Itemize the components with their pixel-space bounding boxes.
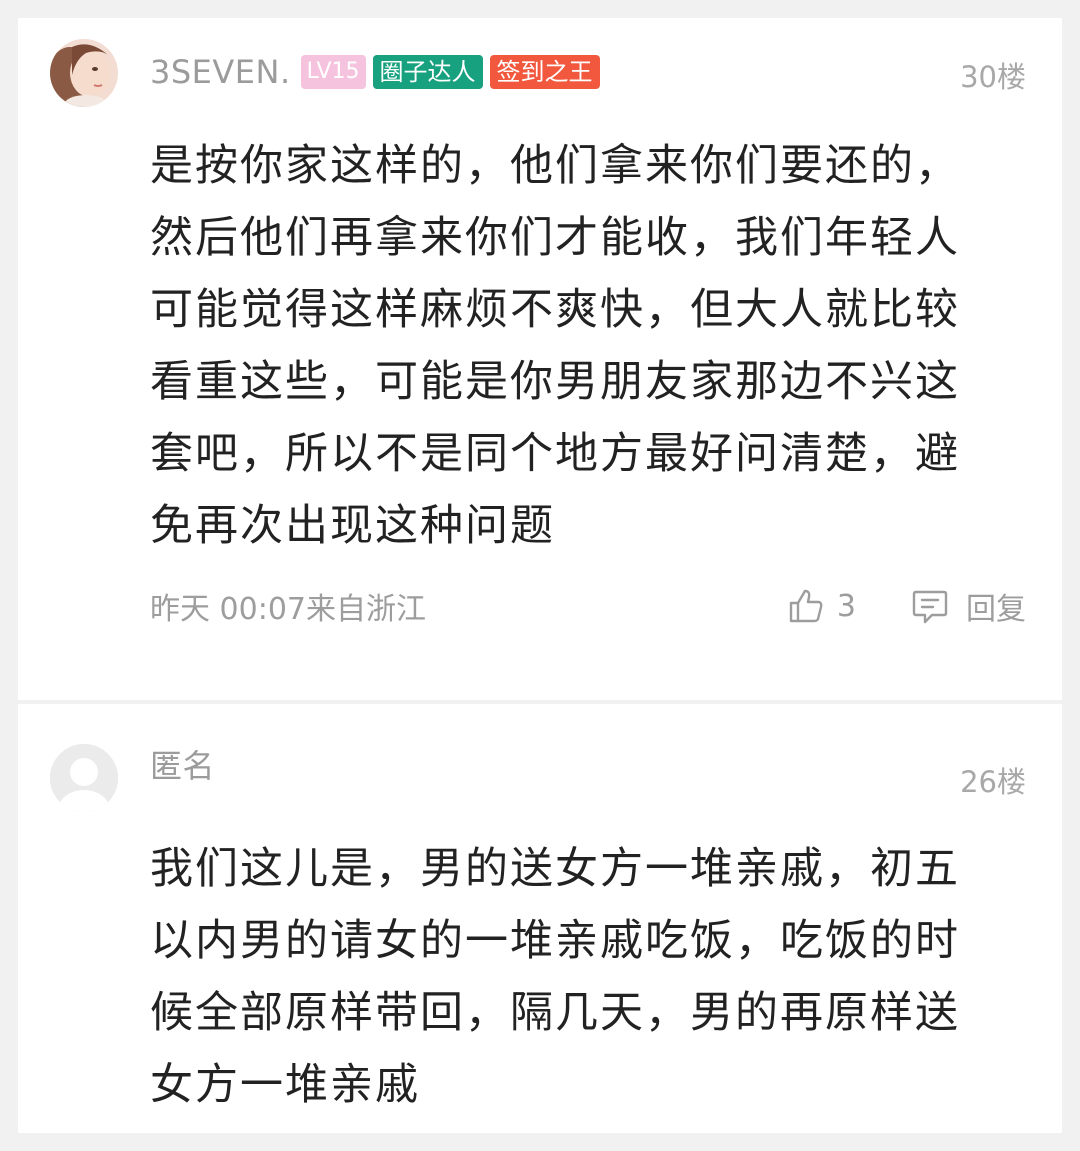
- like-count: 3: [836, 588, 856, 624]
- comment-meta: 昨天 00:07来自浙江: [150, 584, 426, 628]
- thumbs-up-icon: [789, 589, 823, 623]
- comment-time: 昨天 00:07: [150, 592, 306, 627]
- badge-circle-expert: 圈子达人: [372, 55, 483, 89]
- reply-button[interactable]: 回复: [910, 584, 1026, 628]
- avatar[interactable]: [50, 744, 118, 812]
- floor-number: 30楼: [960, 60, 1026, 94]
- comment-header: 3SEVEN. LV15 圈子达人 签到之王: [150, 52, 607, 92]
- username[interactable]: 匿名: [150, 741, 215, 787]
- chat-bubble-icon: [912, 590, 948, 624]
- comment-actions: 3 回复: [787, 584, 1026, 628]
- avatar[interactable]: [50, 39, 118, 107]
- badge-checkin-king: 签到之王: [489, 55, 600, 89]
- comment-text: 是按你家这样的，他们拿来你们要还的，然后他们再拿来你们才能收，我们年轻人可能觉得…: [150, 141, 960, 551]
- comment-card: 3SEVEN. LV15 圈子达人 签到之王 30楼 是按你家这样的，他们拿来你…: [18, 18, 1062, 700]
- level-badge: LV15: [300, 55, 366, 89]
- reply-label: 回复: [966, 592, 1026, 627]
- floor-number: 26楼: [960, 765, 1026, 799]
- comment-header: 匿名: [150, 741, 225, 787]
- comment-location: 来自浙江: [306, 592, 426, 627]
- like-button[interactable]: 3: [787, 587, 856, 625]
- user-avatar-image: [50, 39, 118, 107]
- anonymous-avatar-icon: [50, 744, 118, 812]
- comment-card: 匿名 26楼 我们这儿是，男的送女方一堆亲戚，初五以内男的请女的一堆亲戚吃饭，吃…: [18, 704, 1062, 1133]
- username[interactable]: 3SEVEN.: [150, 53, 291, 91]
- comment-text: 我们这儿是，男的送女方一堆亲戚，初五以内男的请女的一堆亲戚吃饭，吃饭的时候全部原…: [150, 844, 960, 1110]
